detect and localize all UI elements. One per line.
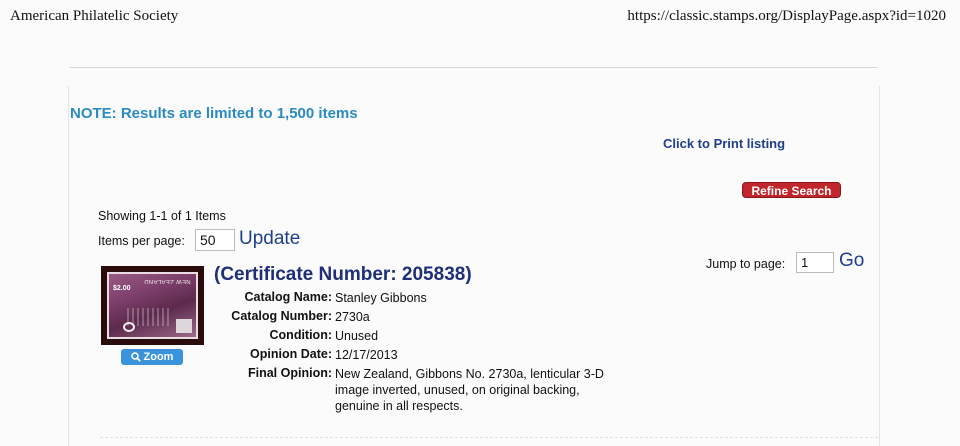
- divider: [70, 67, 878, 68]
- detail-row: Final Opinion: New Zealand, Gibbons No. …: [200, 366, 610, 414]
- stamp-emblem: [123, 322, 135, 332]
- certificate-details: Catalog Name: Stanley Gibbons Catalog Nu…: [200, 290, 610, 414]
- results-limit-notice: NOTE: Results are limited to 1,500 items: [70, 105, 358, 122]
- certificate-title[interactable]: (Certificate Number: 205838): [214, 264, 472, 286]
- opinion-date-label: Opinion Date:: [250, 347, 332, 361]
- go-link[interactable]: Go: [839, 250, 864, 272]
- catalog-name-value: Stanley Gibbons: [335, 291, 427, 305]
- results-count: Showing 1-1 of 1 Items: [98, 209, 226, 223]
- condition-label: Condition:: [269, 328, 332, 342]
- stamp-image[interactable]: $2.00 NEW ZEALAND: [101, 266, 204, 345]
- magnifier-icon: [130, 352, 141, 362]
- stamp-denomination: $2.00: [113, 285, 131, 292]
- print-listing-link[interactable]: Click to Print listing: [663, 136, 785, 151]
- detail-row: Catalog Name: Stanley Gibbons: [200, 290, 610, 309]
- detail-row: Condition: Unused: [200, 328, 610, 347]
- catalog-number-label: Catalog Number:: [231, 309, 332, 323]
- stamp-corner-tile: [176, 319, 192, 333]
- final-opinion-label: Final Opinion:: [247, 366, 332, 380]
- detail-row: Opinion Date: 12/17/2013: [200, 347, 610, 366]
- items-per-page-input[interactable]: [195, 229, 235, 251]
- stamp-country-text: NEW ZEALAND: [144, 278, 191, 284]
- divider: [100, 437, 878, 438]
- zoom-button[interactable]: Zoom: [121, 349, 183, 365]
- final-opinion-value: New Zealand, Gibbons No. 2730a, lenticul…: [335, 367, 604, 413]
- items-per-page-label: Items per page:: [98, 234, 185, 248]
- detail-row: Catalog Number: 2730a: [200, 309, 610, 328]
- page-url: https://classic.stamps.org/DisplayPage.a…: [627, 8, 946, 24]
- update-link[interactable]: Update: [239, 228, 300, 250]
- catalog-name-label: Catalog Name:: [244, 290, 332, 304]
- jump-to-page-label: Jump to page:: [706, 257, 786, 271]
- zoom-label: Zoom: [143, 351, 174, 363]
- site-name: American Philatelic Society: [10, 8, 179, 24]
- refine-search-button[interactable]: Refine Search: [742, 182, 841, 198]
- condition-value: Unused: [335, 329, 379, 343]
- opinion-date-value: 12/17/2013: [335, 348, 398, 362]
- jump-to-page-input[interactable]: [796, 252, 834, 273]
- stamp-picture: $2.00 NEW ZEALAND: [107, 272, 198, 339]
- catalog-number-value: 2730a: [335, 310, 370, 324]
